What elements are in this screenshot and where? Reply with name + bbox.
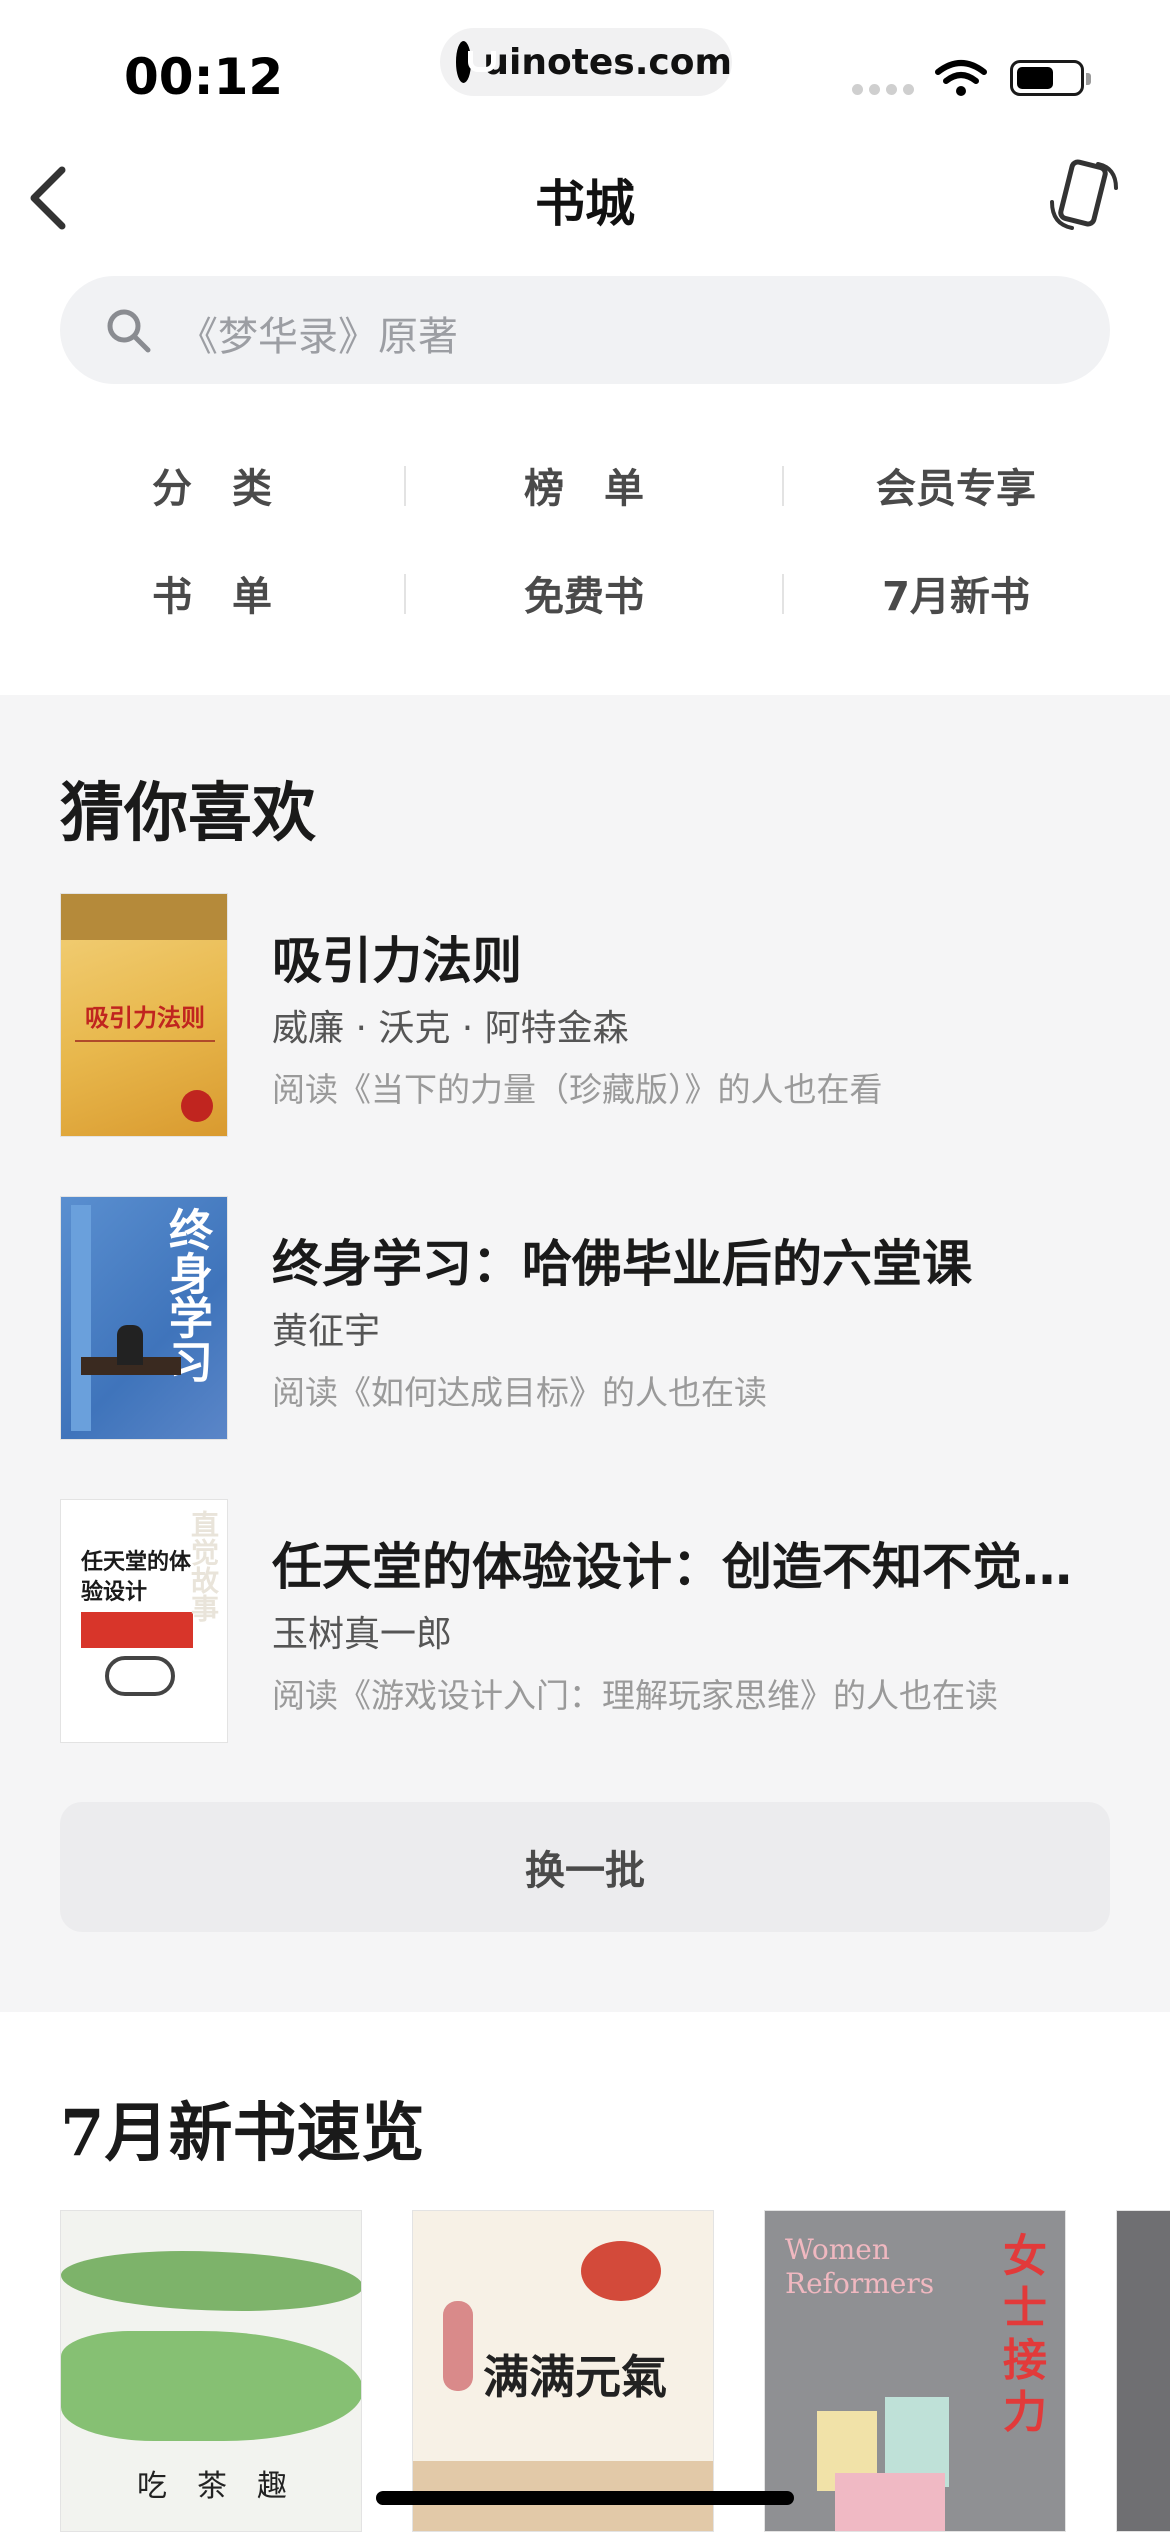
new-book-cover[interactable]: Women Reformers 女士接力 — [764, 2210, 1066, 2532]
site-logo-icon — [456, 41, 497, 83]
search-placeholder: 《梦华录》原著 — [178, 314, 458, 360]
category-new-books[interactable]: 7月新书 — [806, 564, 1106, 622]
book-author: 威廉 · 沃克 · 阿特金森 — [272, 1008, 629, 1049]
rotate-device-icon[interactable] — [1046, 158, 1122, 234]
new-book-cover[interactable] — [1116, 2210, 1170, 2532]
book-reason: 阅读《游戏设计入门：理解玩家思维》的人也在读 — [272, 1676, 998, 1715]
home-indicator — [376, 2491, 794, 2505]
category-member-exclusive[interactable]: 会员专享 — [806, 456, 1106, 514]
status-time: 00:12 — [124, 48, 284, 106]
divider — [404, 574, 406, 614]
cover-title: 满满元氣 — [483, 2350, 667, 2404]
page-title: 书城 — [535, 175, 635, 233]
divider — [404, 466, 406, 506]
search-bar[interactable]: 《梦华录》原著 — [60, 276, 1110, 384]
category-classification[interactable]: 分 类 — [62, 456, 362, 514]
book-reason: 阅读《如何达成目标》的人也在读 — [272, 1373, 767, 1412]
section-title-guess: 猜你喜欢 — [60, 776, 316, 851]
book-title: 终身学习：哈佛毕业后的六堂课 — [272, 1235, 972, 1293]
divider — [782, 466, 784, 506]
section-title-new-books: 7月新书速览 — [60, 2096, 425, 2171]
wifi-icon — [935, 60, 987, 96]
book-cover: 终身学习 — [60, 1196, 228, 1440]
book-title: 任天堂的体验设计：创造不知不觉打… — [272, 1538, 1112, 1596]
book-item[interactable]: 任天堂的体验设计 直觉故事 任天堂的体验设计：创造不知不觉打… 玉树真一郎 阅读… — [60, 1499, 1112, 1743]
battery-icon — [1010, 60, 1091, 96]
url-pill[interactable]: uinotes.com — [440, 28, 732, 96]
new-book-cover[interactable]: 吃 茶 趣 — [60, 2210, 362, 2532]
cover-title: 吸引力法则 — [85, 1004, 205, 1032]
category-rankings[interactable]: 榜 单 — [434, 456, 734, 514]
cover-title: 吃 茶 趣 — [137, 2469, 287, 2504]
category-free-books[interactable]: 免费书 — [434, 564, 734, 622]
cover-subtitle: 女士接力 — [1003, 2231, 1047, 2438]
new-books-carousel[interactable]: 吃 茶 趣 满满元氣 Women Reformers 女士接力 — [60, 2210, 1170, 2532]
book-reason: 阅读《当下的力量（珍藏版）》的人也在看 — [272, 1070, 883, 1109]
book-author: 玉树真一郎 — [272, 1614, 453, 1655]
book-title: 吸引力法则 — [272, 932, 522, 990]
cover-title: Women Reformers — [785, 2233, 935, 2300]
url-text: uinotes.com — [483, 41, 732, 83]
book-cover: 吸引力法则 — [60, 893, 228, 1137]
category-booklists[interactable]: 书 单 — [62, 564, 362, 622]
divider — [782, 574, 784, 614]
book-cover: 任天堂的体验设计 直觉故事 — [60, 1499, 228, 1743]
book-author: 黄征宇 — [272, 1311, 381, 1352]
cover-title: 任天堂的体验设计 — [81, 1550, 192, 1605]
cellular-signal-icon — [852, 84, 914, 95]
new-book-cover[interactable]: 满满元氣 — [412, 2210, 714, 2532]
book-item[interactable]: 吸引力法则 吸引力法则 威廉 · 沃克 · 阿特金森 阅读《当下的力量（珍藏版）… — [60, 893, 1110, 1137]
search-icon — [107, 309, 151, 353]
book-item[interactable]: 终身学习 终身学习：哈佛毕业后的六堂课 黄征宇 阅读《如何达成目标》的人也在读 — [60, 1196, 1110, 1440]
refresh-button[interactable]: 换一批 — [60, 1802, 1110, 1932]
